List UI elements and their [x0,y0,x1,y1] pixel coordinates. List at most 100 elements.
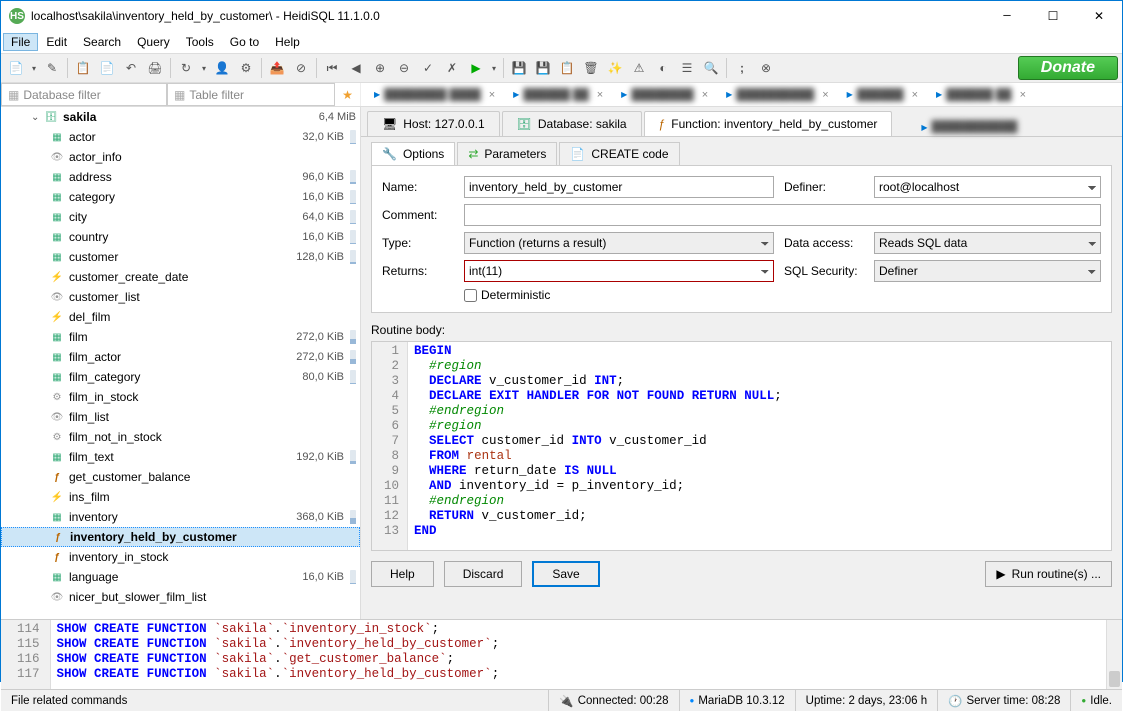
save-button[interactable]: Save [532,561,599,587]
tb-snippet-icon[interactable]: 📋 [556,57,578,79]
tb-export-icon[interactable]: 📤 [266,57,288,79]
query-tab[interactable]: ▶████████× [614,86,715,104]
tree-item-film_in_stock[interactable]: ⚙film_in_stock [1,387,360,407]
minimize-button[interactable]: ─ [984,1,1030,31]
tab-function[interactable]: ƒFunction: inventory_held_by_customer [644,111,893,136]
tab-close-icon[interactable]: × [489,89,495,101]
tb-clear-icon[interactable]: 🗑 [580,57,602,79]
tb-paste-icon[interactable]: 📄 [96,57,118,79]
tb-exit-icon[interactable]: ⊗ [755,57,777,79]
scrollbar-thumb[interactable] [1109,671,1120,687]
tab-host[interactable]: 🖥Host: 127.0.0.1 [367,111,500,136]
tb-warn-icon[interactable]: ⚠ [628,57,650,79]
object-tree[interactable]: ⌄ 🗄 sakila 6,4 MiB ▦actor32,0 KiB👁actor_… [1,107,361,619]
definer-select[interactable]: root@localhost [874,176,1101,198]
tb-semicolon-icon[interactable]: ; [731,57,753,79]
tree-database[interactable]: ⌄ 🗄 sakila 6,4 MiB [1,107,360,127]
tb-remove-icon[interactable]: ⊖ [393,57,415,79]
returns-input[interactable]: int(11) [464,260,774,282]
tb-dropdown3-icon[interactable]: ▾ [489,57,499,79]
tab-close-icon[interactable]: × [1020,89,1026,101]
tree-item-inventory_in_stock[interactable]: ƒinventory_in_stock [1,547,360,567]
data-access-select[interactable]: Reads SQL data [874,232,1101,254]
donate-button[interactable]: Donate [1018,56,1118,80]
tree-item-film_category[interactable]: ▦film_category80,0 KiB [1,367,360,387]
deterministic-checkbox[interactable] [464,289,477,302]
tb-undo-icon[interactable]: ↶ [120,57,142,79]
menu-search[interactable]: Search [75,33,129,51]
close-button[interactable]: ✕ [1076,1,1122,31]
tree-item-get_customer_balance[interactable]: ƒget_customer_balance [1,467,360,487]
menu-goto[interactable]: Go to [222,33,267,51]
scrollbar[interactable] [1106,620,1122,689]
sql-security-select[interactable]: Definer [874,260,1101,282]
tab-close-icon[interactable]: × [597,89,603,101]
tree-item-city[interactable]: ▦city64,0 KiB [1,207,360,227]
menu-help[interactable]: Help [267,33,308,51]
tab-create-code[interactable]: 📄CREATE code [559,142,679,165]
tb-users-icon[interactable]: 👤 [211,57,233,79]
name-input[interactable] [464,176,774,198]
tree-item-film[interactable]: ▦film272,0 KiB [1,327,360,347]
tb-dropdown-icon[interactable]: ▾ [29,57,39,79]
tb-first-icon[interactable]: ⏮ [321,57,343,79]
log-area[interactable]: SHOW CREATE FUNCTION `sakila`.`inventory… [51,620,1106,689]
tb-vars-icon[interactable]: ⚙ [235,57,257,79]
tree-item-address[interactable]: ▦address96,0 KiB [1,167,360,187]
tb-save-icon[interactable]: 💾 [508,57,530,79]
tree-item-inventory_held_by_customer[interactable]: ƒinventory_held_by_customer [1,527,360,547]
comment-input[interactable] [464,204,1101,226]
tree-item-ins_film[interactable]: ⚡ins_film [1,487,360,507]
help-button[interactable]: Help [371,561,434,587]
tb-refresh-icon[interactable]: ↻ [175,57,197,79]
tab-close-icon[interactable]: × [912,89,918,101]
tree-item-inventory[interactable]: ▦inventory368,0 KiB [1,507,360,527]
tb-stop-icon[interactable]: ⊘ [290,57,312,79]
tab-options[interactable]: 🔧Options [371,142,455,165]
tree-item-film_actor[interactable]: ▦film_actor272,0 KiB [1,347,360,367]
query-tab[interactable]: ▶███████████ [914,118,1024,136]
query-tab[interactable]: ▶████████ ████× [367,86,502,104]
tree-item-customer_list[interactable]: 👁customer_list [1,287,360,307]
tree-item-country[interactable]: ▦country16,0 KiB [1,227,360,247]
code-area[interactable]: BEGIN #region DECLARE v_customer_id INT;… [408,342,788,550]
tb-find-icon[interactable]: 🔍 [700,57,722,79]
tree-item-customer[interactable]: ▦customer128,0 KiB [1,247,360,267]
tb-cancel-icon[interactable]: ✗ [441,57,463,79]
menu-tools[interactable]: Tools [178,33,222,51]
routine-body-editor[interactable]: 12345678910111213 BEGIN #region DECLARE … [371,341,1112,551]
tb-new-icon[interactable]: 📄 [5,57,27,79]
tree-item-film_text[interactable]: ▦film_text192,0 KiB [1,447,360,467]
tree-item-actor[interactable]: ▦actor32,0 KiB [1,127,360,147]
caret-icon[interactable]: ⌄ [31,112,43,123]
tree-item-film_not_in_stock[interactable]: ⚙film_not_in_stock [1,427,360,447]
tb-post-icon[interactable]: ✓ [417,57,439,79]
sql-log[interactable]: 114115116117 SHOW CREATE FUNCTION `sakil… [1,619,1122,689]
query-tab[interactable]: ▶██████ ██× [929,86,1033,104]
tb-saveall-icon[interactable]: 💾 [532,57,554,79]
menu-query[interactable]: Query [129,33,178,51]
tab-parameters[interactable]: ⇄Parameters [457,142,557,165]
tree-item-film_list[interactable]: 👁film_list [1,407,360,427]
tree-item-actor_info[interactable]: 👁actor_info [1,147,360,167]
tree-item-category[interactable]: ▦category16,0 KiB [1,187,360,207]
tb-wand-icon[interactable]: ✨ [604,57,626,79]
tb-edit-icon[interactable]: ✎ [41,57,63,79]
tree-item-customer_create_date[interactable]: ⚡customer_create_date [1,267,360,287]
maximize-button[interactable]: ☐ [1030,1,1076,31]
query-tab[interactable]: ▶██████× [840,86,925,104]
tree-item-del_film[interactable]: ⚡del_film [1,307,360,327]
tree-item-language[interactable]: ▦language16,0 KiB [1,567,360,587]
tab-database[interactable]: 🗄Database: sakila [502,111,642,136]
tb-dropdown2-icon[interactable]: ▾ [199,57,209,79]
menu-edit[interactable]: Edit [38,33,75,51]
type-select[interactable]: Function (returns a result) [464,232,774,254]
tb-opts-icon[interactable]: ☰ [676,57,698,79]
run-routine-button[interactable]: ▶Run routine(s) ... [985,561,1112,587]
query-tab[interactable]: ▶██████████× [719,86,836,104]
tb-add-icon[interactable]: ⊕ [369,57,391,79]
discard-button[interactable]: Discard [444,561,523,587]
favorites-icon[interactable]: ★ [335,83,361,106]
database-filter-input[interactable]: ▦ Database filter [1,83,167,106]
tb-print-icon[interactable]: 🖨 [144,57,166,79]
